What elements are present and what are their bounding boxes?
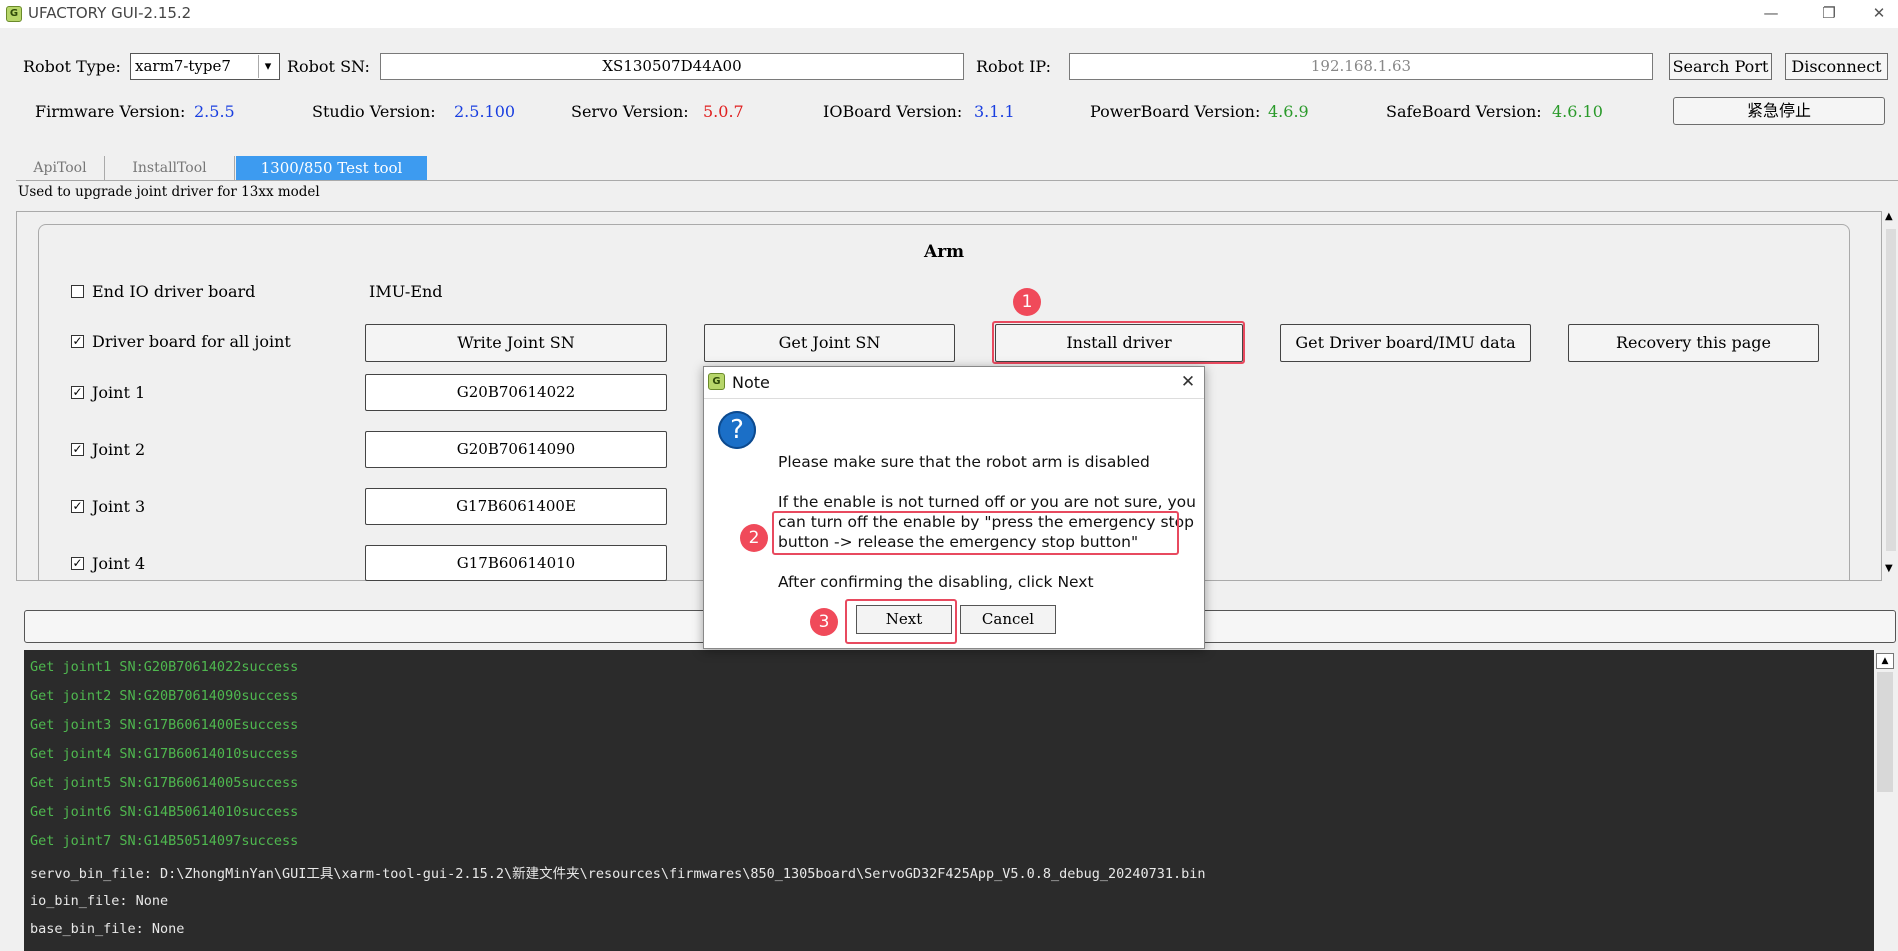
minimize-icon[interactable]: — [1748, 0, 1794, 28]
log-line: servo_bin_file: D:\ZhongMinYan\GUI工具\xar… [30, 866, 1206, 882]
log-panel: Get joint1 SN:G20B70614022success Get jo… [24, 650, 1874, 951]
search-port-button[interactable]: Search Port [1669, 53, 1772, 80]
install-driver-highlight [992, 321, 1245, 364]
dialog-close-icon[interactable]: ✕ [1174, 369, 1202, 395]
tab-divider [16, 180, 1898, 181]
log-line: Get joint3 SN:G17B6061400Esuccess [30, 717, 299, 733]
joint-1-checkbox[interactable]: ✓ [71, 386, 84, 399]
tab-apitool[interactable]: ApiTool [16, 156, 105, 180]
robot-type-select[interactable]: xarm7-type7 ▾ [130, 53, 280, 80]
robot-ip-label: Robot IP: [976, 57, 1051, 76]
dialog-line-2: If the enable is not turned off or you a… [778, 493, 1196, 511]
powerboard-version-label: PowerBoard Version: [1090, 102, 1261, 121]
dialog-line-5: After confirming the disabling, click Ne… [778, 573, 1094, 591]
tab-installtool[interactable]: InstallTool [105, 156, 235, 180]
write-joint-sn-button[interactable]: Write Joint SN [365, 324, 667, 362]
imu-end-label: IMU-End [369, 282, 443, 301]
joint-4-sn-field[interactable]: G17B60614010 [365, 545, 667, 581]
ufactory-logo-icon: G [708, 373, 725, 390]
joint-2-sn-field[interactable]: G20B70614090 [365, 431, 667, 468]
firmware-version-value: 2.5.5 [194, 102, 235, 121]
scroll-up-icon[interactable]: ▲ [1876, 653, 1894, 669]
cancel-button[interactable]: Cancel [960, 605, 1056, 634]
ioboard-version-value: 3.1.1 [974, 102, 1015, 121]
robot-sn-field[interactable]: XS130507D44A00 [380, 53, 964, 80]
scroll-thumb[interactable] [1886, 229, 1896, 551]
window-title: UFACTORY GUI-2.15.2 [28, 4, 192, 22]
disconnect-button[interactable]: Disconnect [1785, 53, 1888, 80]
window-close-icon[interactable]: ✕ [1856, 0, 1898, 28]
restore-icon[interactable]: ❐ [1806, 0, 1852, 28]
title-bar [0, 0, 1898, 28]
next-button-highlight [845, 599, 957, 644]
joint-3-label: Joint 3 [92, 497, 146, 516]
question-icon: ? [718, 411, 756, 449]
log-line: Get joint6 SN:G14B50614010success [30, 804, 299, 820]
robot-type-value: xarm7-type7 [135, 57, 231, 75]
arm-title: Arm [924, 242, 965, 262]
joint-3-sn-field[interactable]: G17B6061400E [365, 488, 667, 525]
scroll-up-icon[interactable]: ▲ [1885, 211, 1893, 222]
log-line: io_bin_file: None [30, 893, 169, 909]
servo-version-label: Servo Version: [571, 102, 689, 121]
tab-test-tool[interactable]: 1300/850 Test tool [236, 156, 427, 180]
estop-instruction-highlight [772, 511, 1179, 555]
studio-version-value: 2.5.100 [454, 102, 516, 121]
robot-sn-label: Robot SN: [287, 57, 370, 76]
log-line: Get joint1 SN:G20B70614022success [30, 659, 299, 675]
emergency-stop-button[interactable]: 紧急停止 [1673, 97, 1885, 125]
get-joint-sn-button[interactable]: Get Joint SN [704, 324, 955, 362]
arm-scrollbar[interactable]: ▲ ▼ [1884, 211, 1898, 581]
dialog-divider [704, 398, 1204, 399]
joint-1-sn-field[interactable]: G20B70614022 [365, 374, 667, 411]
robot-ip-field[interactable]: 192.168.1.63 [1069, 53, 1653, 80]
log-line: Get joint2 SN:G20B70614090success [30, 688, 299, 704]
step-marker-2: 2 [740, 524, 768, 552]
log-scrollbar[interactable]: ▲ [1874, 650, 1898, 951]
end-io-label: End IO driver board [92, 282, 256, 301]
end-io-checkbox[interactable] [71, 285, 84, 298]
dialog-line-1: Please make sure that the robot arm is d… [778, 453, 1150, 471]
joint-4-label: Joint 4 [92, 554, 146, 573]
safeboard-version-value: 4.6.10 [1552, 102, 1603, 121]
log-line: Get joint5 SN:G17B60614005success [30, 775, 299, 791]
ufactory-logo-icon: G [6, 6, 22, 22]
joint-3-checkbox[interactable]: ✓ [71, 500, 84, 513]
safeboard-version-label: SafeBoard Version: [1386, 102, 1542, 121]
tab-description: Used to upgrade joint driver for 13xx mo… [18, 184, 320, 200]
log-line: base_bin_file: None [30, 921, 185, 937]
servo-version-value: 5.0.7 [703, 102, 744, 121]
step-marker-3: 3 [810, 608, 838, 636]
step-marker-1: 1 [1013, 288, 1041, 316]
robot-type-label: Robot Type: [23, 57, 121, 76]
scroll-thumb[interactable] [1877, 672, 1893, 792]
joint-2-checkbox[interactable]: ✓ [71, 443, 84, 456]
firmware-version-label: Firmware Version: [35, 102, 186, 121]
log-line: Get joint7 SN:G14B50514097success [30, 833, 299, 849]
chevron-down-icon: ▾ [258, 55, 277, 78]
powerboard-version-value: 4.6.9 [1268, 102, 1309, 121]
studio-version-label: Studio Version: [312, 102, 436, 121]
joint-4-checkbox[interactable]: ✓ [71, 557, 84, 570]
ioboard-version-label: IOBoard Version: [823, 102, 963, 121]
recovery-page-button[interactable]: Recovery this page [1568, 324, 1819, 362]
log-line: Get joint4 SN:G17B60614010success [30, 746, 299, 762]
joint-2-label: Joint 2 [92, 440, 146, 459]
driver-all-checkbox[interactable]: ✓ [71, 335, 84, 348]
dialog-title: Note [732, 373, 770, 392]
get-driver-data-button[interactable]: Get Driver board/IMU data [1280, 324, 1531, 362]
driver-all-label: Driver board for all joint [92, 332, 291, 351]
scroll-down-icon[interactable]: ▼ [1885, 563, 1893, 574]
joint-1-label: Joint 1 [92, 383, 146, 402]
